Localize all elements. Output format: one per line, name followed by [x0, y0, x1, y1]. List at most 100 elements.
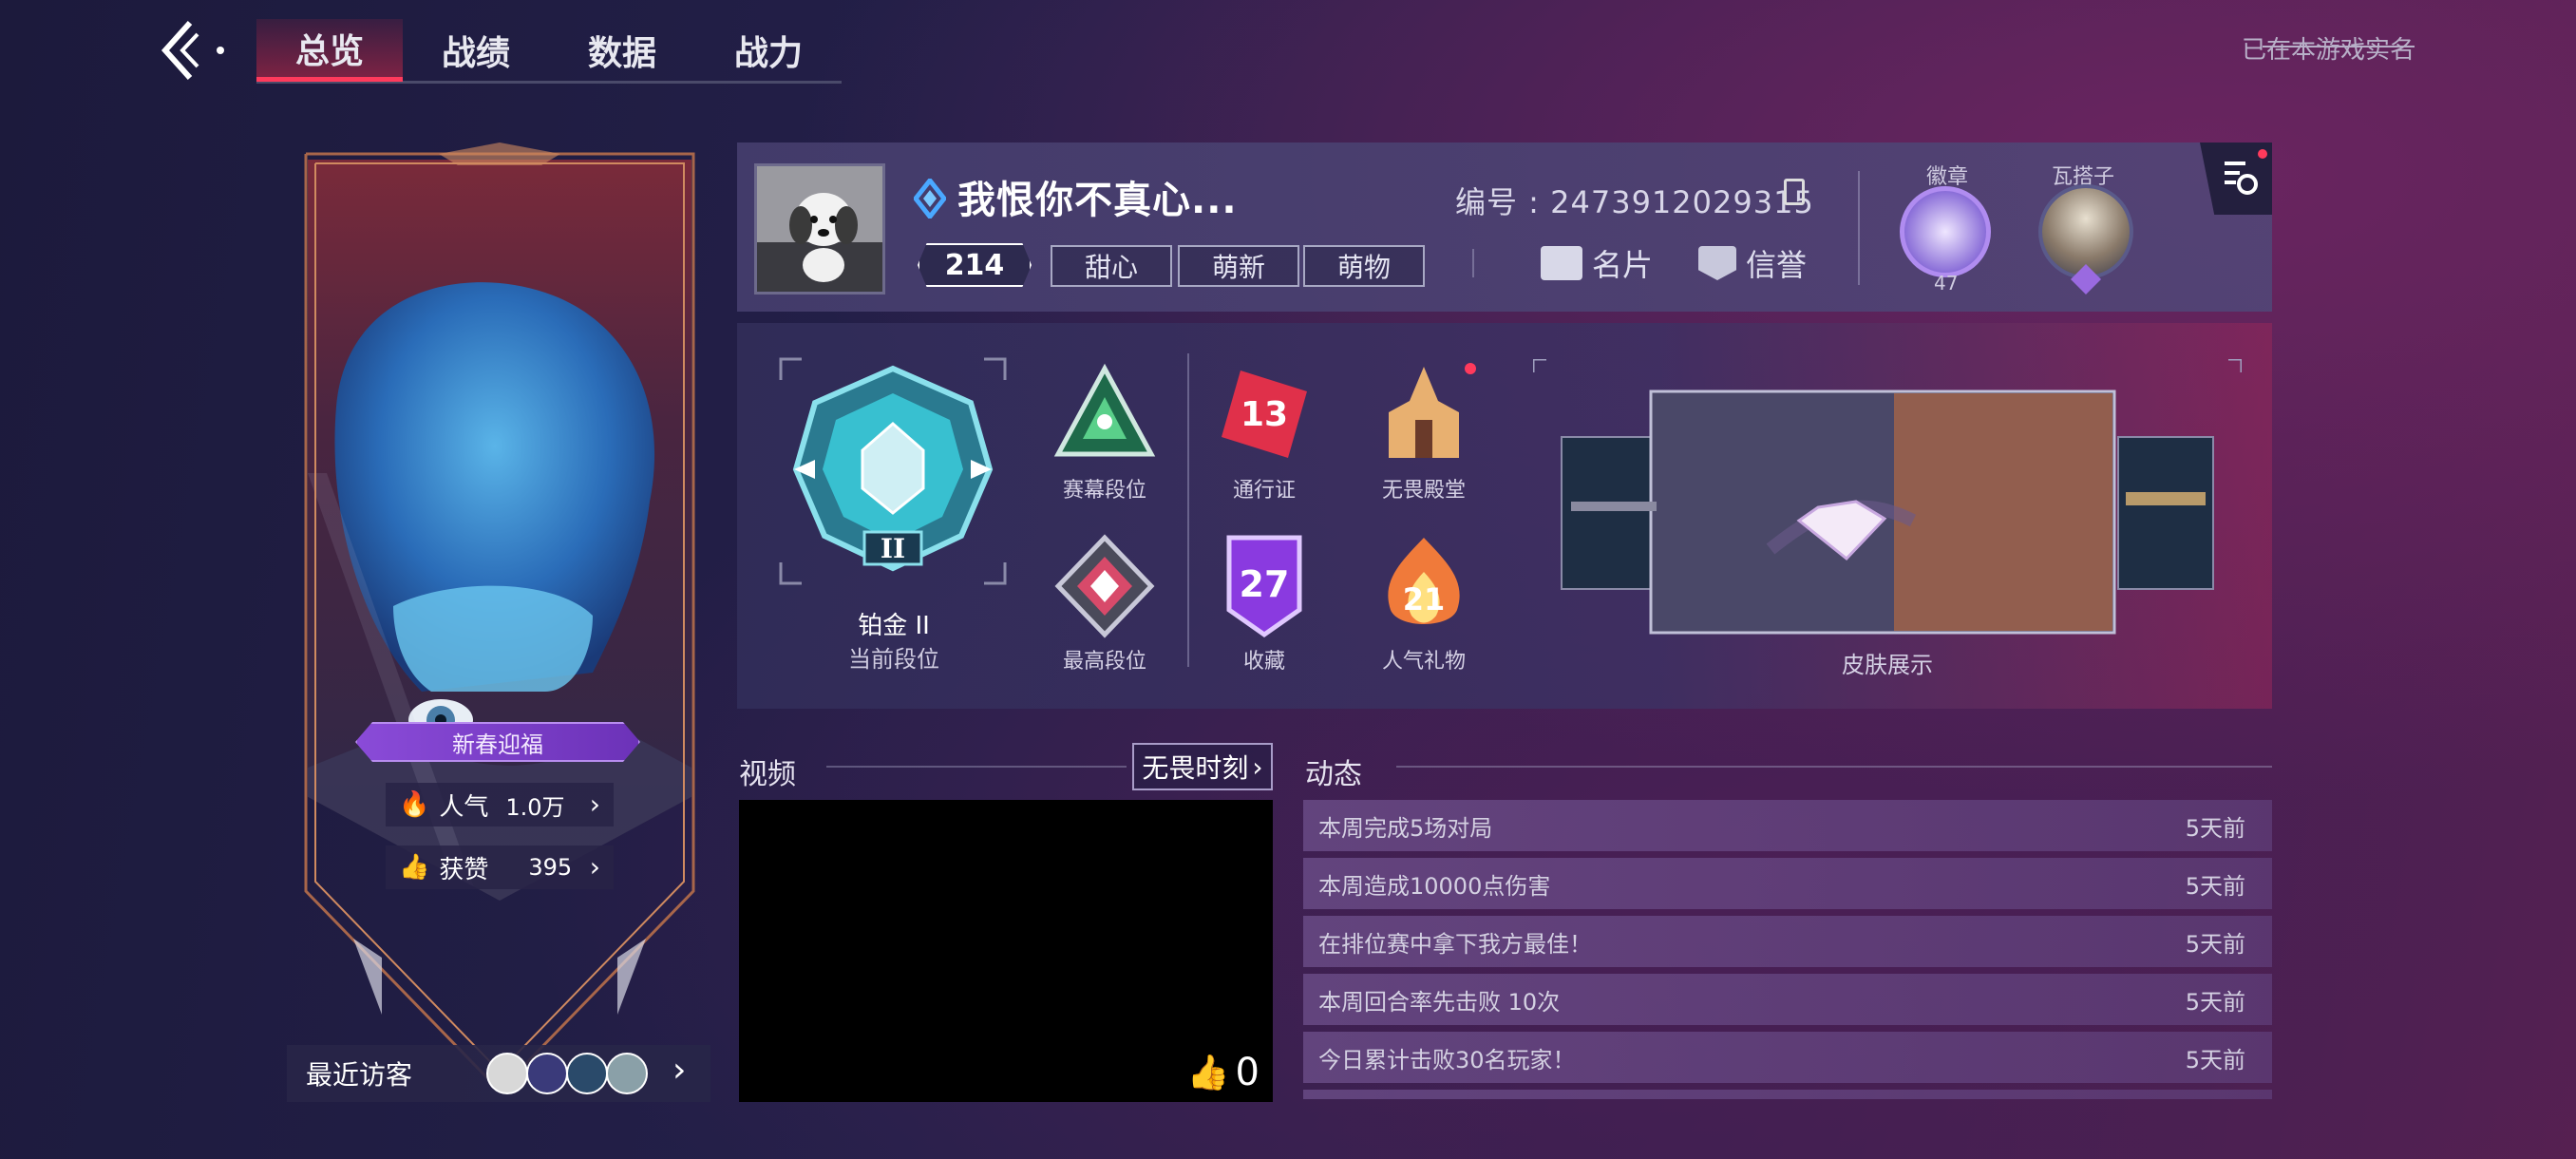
credit-label: 信誉: [1746, 247, 1808, 283]
visitor-avatar[interactable]: [526, 1053, 568, 1094]
likes-value: 395: [528, 854, 573, 881]
feed-item[interactable]: 本周造成10000点伤害 5天前: [1303, 858, 2272, 909]
feed-section-title: 动态: [1305, 758, 1362, 791]
recent-visitors[interactable]: 最近访客 ›: [287, 1045, 710, 1102]
tab-match-history[interactable]: 战绩: [403, 19, 549, 82]
feed-item-text: 本周造成10000点伤害: [1318, 872, 1551, 900]
battle-pass-icon: 13: [1212, 363, 1316, 467]
feed-item-time: 5天前: [2185, 988, 2245, 1016]
tab-power[interactable]: 战力: [695, 19, 842, 82]
name-card-button[interactable]: 名片: [1541, 241, 1653, 285]
copy-icon[interactable]: [1784, 179, 1805, 205]
shield-credit-icon: [1698, 246, 1736, 280]
valor-hall-button[interactable]: 无畏殿堂: [1353, 363, 1495, 504]
divider: [1858, 171, 1860, 285]
event-banner-label: 新春迎福: [452, 731, 543, 758]
feed-item[interactable]: 今日累计击败30名玩家！ 5天前: [1303, 1032, 2272, 1083]
activity-feed: 本周完成5场对局 5天前 本周造成10000点伤害 5天前 在排位赛中拿下我方最佳！…: [1303, 800, 2272, 1106]
visitor-avatar[interactable]: [486, 1053, 528, 1094]
valor-moment-button[interactable]: 无畏时刻 ›: [1132, 743, 1273, 790]
thumbs-up-icon: 👍: [399, 853, 430, 882]
video-like-count: 0: [1235, 1051, 1260, 1094]
profile-tag: 甜心: [1051, 245, 1172, 287]
player-id: 编号 : 2473912029315: [1455, 184, 1814, 220]
feed-item[interactable]: 在排位赛中拿下我方最佳！ 5天前: [1303, 916, 2272, 967]
platinum-rank-icon: II: [792, 365, 994, 572]
skin-carousel: [1531, 357, 2244, 635]
season-rank-button[interactable]: 赛幕段位: [1033, 363, 1176, 504]
divider: [1396, 766, 2272, 768]
battle-pass-label: 通行证: [1232, 479, 1296, 503]
feed-item-text: 在排位赛中拿下我方最佳！: [1318, 930, 1592, 958]
list-settings-icon: [2225, 149, 2267, 195]
feed-item-partial: [1303, 1090, 2272, 1099]
highest-rank-button[interactable]: 最高段位: [1033, 534, 1176, 674]
realname-strike: [2263, 46, 2415, 48]
back-button[interactable]: [152, 17, 228, 84]
tab-overview[interactable]: 总览: [256, 19, 403, 82]
id-card-icon: [1541, 246, 1582, 280]
popularity-gift-button[interactable]: 21 人气礼物: [1353, 534, 1495, 674]
player-name: 我恨你不真心...: [957, 179, 1238, 222]
top-tabs: 总览 战绩 数据 战力: [256, 19, 842, 84]
profile-header: 我恨你不真心... 214 甜心 萌新 萌物 编号 : 247391202931…: [737, 142, 2272, 312]
level-value: 214: [944, 248, 1005, 282]
season-rank-icon: [1052, 363, 1157, 467]
highest-rank-label: 最高段位: [1062, 650, 1146, 674]
tab-data[interactable]: 数据: [549, 19, 695, 82]
video-player[interactable]: 👍 0: [739, 800, 1273, 1102]
likes-button[interactable]: 👍 获赞 395 ›: [386, 846, 614, 889]
battle-pass-button[interactable]: 13 通行证: [1193, 363, 1335, 504]
feed-item-text: 本周完成5场对局: [1318, 814, 1493, 842]
chevron-right-icon: ›: [589, 788, 600, 820]
likes-label: 获赞: [439, 855, 489, 884]
card-frame: [304, 142, 695, 1091]
flame-icon: 🔥: [399, 790, 430, 819]
feed-item-text: 本周回合率先击败 10次: [1318, 988, 1561, 1016]
feed-item-time: 5天前: [2185, 1046, 2245, 1074]
feed-item-time: 5天前: [2185, 814, 2245, 842]
chevron-right-icon: ›: [589, 851, 600, 883]
feed-item-time: 5天前: [2185, 930, 2245, 958]
stats-panel: II 铂金 II 当前段位 赛幕段位 最高段位 13 通行证 27 收藏 无畏殿…: [737, 323, 2272, 709]
highest-rank-icon: [1052, 534, 1157, 638]
video-like-button[interactable]: 👍 0: [1187, 1051, 1260, 1094]
skin-showcase-label: 皮肤展示: [1842, 652, 1933, 678]
player-card[interactable]: 新春迎福 🔥 人气 1.0万 › 👍 获赞 395 ›: [296, 141, 703, 1091]
feed-item-text: 今日累计击败30名玩家！: [1318, 1046, 1576, 1074]
popularity-label: 人气: [439, 792, 489, 822]
back-chevron-icon: [161, 20, 224, 81]
feed-item[interactable]: 本周回合率先击败 10次 5天前: [1303, 974, 2272, 1025]
current-rank-name: 铂金 II: [858, 612, 930, 640]
popularity-gift-value: 21: [1403, 581, 1446, 618]
collection-icon: 27: [1212, 534, 1316, 638]
divider: [1187, 353, 1189, 667]
diamond-rank-icon: [914, 179, 946, 218]
badge-count: 47: [1934, 272, 1959, 294]
divider: [826, 766, 1127, 768]
realname-status: 已在本游戏实名: [2241, 36, 2415, 65]
popularity-gift-label: 人气礼物: [1381, 650, 1466, 674]
name-card-label: 名片: [1592, 247, 1654, 283]
chevron-right-icon: ›: [1252, 750, 1263, 783]
profile-tag: 萌新: [1178, 245, 1299, 287]
thumbs-up-icon: 👍: [1186, 1054, 1230, 1092]
event-banner[interactable]: 新春迎福: [355, 722, 640, 762]
badge-emblem-icon[interactable]: [1900, 186, 1991, 277]
level-badge: 214: [918, 243, 1032, 287]
feed-item[interactable]: 本周完成5场对局 5天前: [1303, 800, 2272, 851]
rank-numeral: II: [881, 533, 905, 564]
credit-button[interactable]: 信誉: [1698, 241, 1807, 285]
valor-moment-label: 无畏时刻: [1142, 752, 1249, 784]
profile-avatar[interactable]: [754, 163, 885, 294]
profile-tag: 萌物: [1303, 245, 1425, 287]
visitor-avatar[interactable]: [566, 1053, 608, 1094]
feed-item-time: 5天前: [2185, 872, 2245, 900]
season-rank-label: 赛幕段位: [1062, 479, 1146, 503]
skin-showcase[interactable]: [1531, 357, 2244, 673]
settings-menu-button[interactable]: [2200, 142, 2272, 215]
current-rank-button[interactable]: II: [790, 365, 995, 578]
collection-button[interactable]: 27 收藏: [1193, 534, 1335, 674]
visitor-avatar[interactable]: [606, 1053, 648, 1094]
popularity-button[interactable]: 🔥 人气 1.0万 ›: [386, 783, 614, 826]
